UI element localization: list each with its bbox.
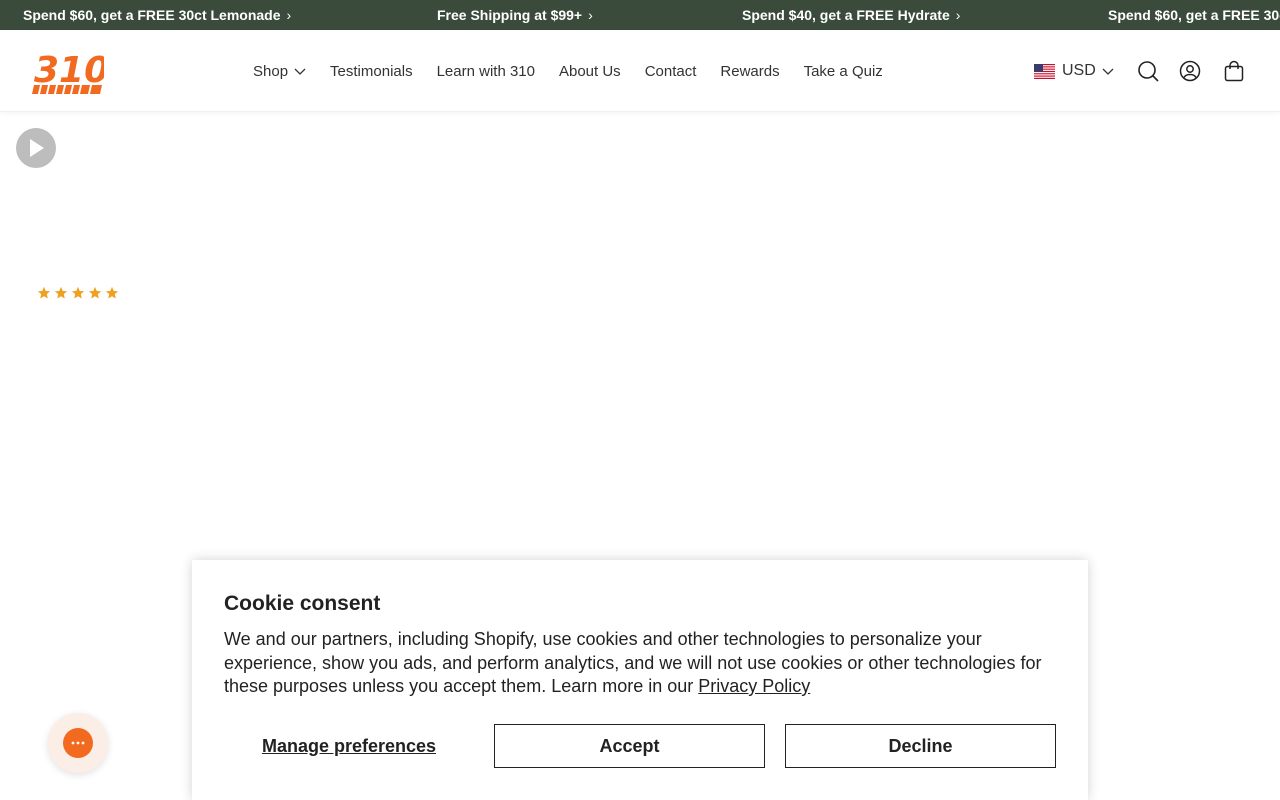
cookie-body-text: We and our partners, including Shopify, …: [224, 629, 1042, 696]
nav-item-label: Contact: [644, 62, 697, 80]
nav-item-rewards[interactable]: Rewards: [720, 63, 779, 80]
site-header: 310 Shop Testimonials Learn with 310 Abo…: [0, 30, 1280, 112]
star-icon: [54, 286, 68, 299]
chevron-right-icon: ›: [588, 7, 593, 23]
chevron-down-icon: [294, 68, 306, 75]
chat-bubble-icon: [63, 728, 93, 758]
account-icon[interactable]: [1179, 60, 1201, 82]
announcement-text: Free Shipping at $99+: [437, 7, 583, 23]
manage-preferences-button[interactable]: Manage preferences: [224, 724, 474, 768]
announcement-item[interactable]: Free Shipping at $99+ ›: [437, 0, 593, 30]
nav-item-label: Testimonials: [330, 62, 413, 80]
announcement-text: Spend $60, get a FREE 30ct Lemonade: [1108, 7, 1280, 23]
currency-label: USD: [1062, 62, 1096, 79]
brand-logo[interactable]: 310: [32, 48, 109, 96]
chevron-right-icon: ›: [286, 7, 292, 23]
star-icon: [37, 286, 51, 299]
nav-item-quiz[interactable]: Take a Quiz: [804, 63, 883, 80]
nav-item-shop[interactable]: Shop: [253, 63, 306, 80]
star-rating: [37, 286, 119, 300]
main-nav: Shop Testimonials Learn with 310 About U…: [253, 30, 883, 112]
chevron-right-icon: ›: [955, 7, 961, 23]
cart-icon[interactable]: [1223, 60, 1245, 82]
nav-item-about[interactable]: About Us: [559, 63, 621, 80]
video-play-button[interactable]: [16, 128, 56, 168]
privacy-policy-link[interactable]: Privacy Policy: [698, 676, 810, 696]
nav-item-label: Learn with 310: [436, 62, 535, 80]
chat-launcher-button[interactable]: [48, 713, 108, 773]
play-icon: [30, 139, 44, 157]
star-icon: [71, 286, 85, 299]
star-icon: [105, 286, 119, 299]
star-icon: [88, 286, 102, 299]
announcement-item[interactable]: Spend $40, get a FREE Hydrate ›: [742, 0, 960, 30]
us-flag-icon: [1034, 63, 1055, 79]
cookie-consent-banner: Cookie consent We and our partners, incl…: [192, 560, 1088, 800]
announcement-item[interactable]: Spend $60, get a FREE 30ct Lemonade: [1108, 0, 1280, 30]
decline-button[interactable]: Decline: [785, 724, 1056, 768]
nav-item-label: Shop: [253, 62, 289, 80]
announcement-item[interactable]: Spend $60, get a FREE 30ct Lemonade ›: [23, 0, 291, 30]
currency-selector[interactable]: USD: [1034, 30, 1114, 112]
nav-item-learn[interactable]: Learn with 310: [437, 63, 535, 80]
nav-item-label: About Us: [558, 62, 621, 80]
nav-item-contact[interactable]: Contact: [645, 63, 697, 80]
chevron-down-icon: [1102, 68, 1114, 75]
logo-text: 310: [34, 50, 104, 91]
accept-button[interactable]: Accept: [494, 724, 765, 768]
brand-logo-mark: 310: [32, 50, 109, 94]
nav-item-label: Take a Quiz: [803, 62, 883, 80]
nav-item-label: Rewards: [720, 62, 780, 80]
announcement-text: Spend $60, get a FREE 30ct Lemonade: [23, 7, 281, 23]
nav-item-testimonials[interactable]: Testimonials: [330, 63, 413, 80]
search-icon[interactable]: [1137, 60, 1159, 82]
announcement-text: Spend $40, get a FREE Hydrate: [742, 7, 950, 23]
cookie-description: We and our partners, including Shopify, …: [224, 628, 1064, 699]
page: Spend $60, get a FREE 30ct Lemonade › Fr…: [0, 0, 1280, 800]
cookie-title: Cookie consent: [224, 592, 381, 615]
announcement-bar: Spend $60, get a FREE 30ct Lemonade › Fr…: [0, 0, 1280, 30]
